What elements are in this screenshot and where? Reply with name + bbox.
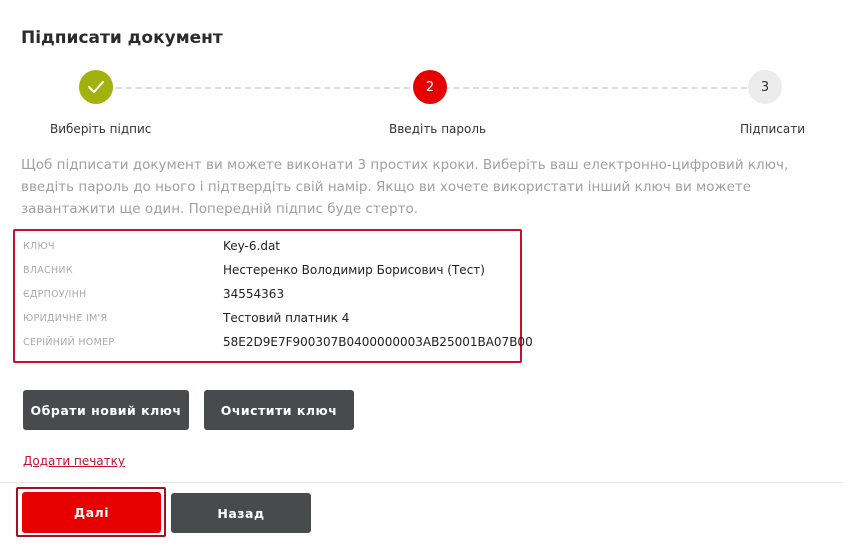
info-value: 58E2D9E7F900307B0400000003AB25001BA07B00 (223, 335, 533, 349)
info-value: 34554363 (223, 287, 285, 301)
page-title: Підписати документ (21, 28, 223, 48)
info-label: ЄДРПОУ/ІНН (23, 288, 87, 300)
info-label: ВЛАСНИК (23, 264, 73, 276)
step-1-label: Виберіть підпис (50, 122, 152, 136)
info-value: Нестеренко Володимир Борисович (Тест) (223, 263, 485, 277)
key-info-row-key: КЛЮЧ Key-6.dat (23, 236, 280, 256)
key-info-panel: КЛЮЧ Key-6.dat ВЛАСНИК Нестеренко Володи… (13, 229, 533, 363)
key-info-row-legal-name: ЮРИДИЧНЕ ІМ'Я Тестовий платник 4 (23, 308, 349, 328)
choose-new-key-button[interactable]: Обрати новий ключ (23, 390, 189, 430)
step-3-label: Підписати (740, 122, 806, 136)
clear-key-button[interactable]: Очистити ключ (204, 390, 354, 430)
key-info-row-owner: ВЛАСНИК Нестеренко Володимир Борисович (… (23, 260, 485, 280)
step-2-label: Введіть пароль (389, 122, 487, 136)
info-label: СЕРІЙНИЙ НОМЕР (23, 336, 115, 348)
check-icon (88, 81, 104, 93)
step-1-circle (79, 70, 113, 104)
add-stamp-link[interactable]: Додати печатку (23, 454, 125, 468)
back-button[interactable]: Назад (171, 493, 311, 533)
instructions-text: Щоб підписати документ ви можете виконат… (21, 157, 789, 217)
next-button[interactable]: Далі (22, 492, 161, 533)
info-value: Key-6.dat (223, 239, 280, 253)
info-label: ЮРИДИЧНЕ ІМ'Я (23, 312, 108, 324)
info-value: Тестовий платник 4 (223, 311, 350, 325)
step-3-circle: 3 (748, 70, 782, 104)
info-label: КЛЮЧ (23, 240, 55, 252)
footer-divider (0, 482, 843, 483)
key-info-row-edrpou: ЄДРПОУ/ІНН 34554363 (23, 284, 284, 304)
step-2-circle: 2 (413, 70, 447, 104)
key-info-row-serial: СЕРІЙНИЙ НОМЕР 58E2D9E7F900307B040000000… (23, 332, 533, 352)
